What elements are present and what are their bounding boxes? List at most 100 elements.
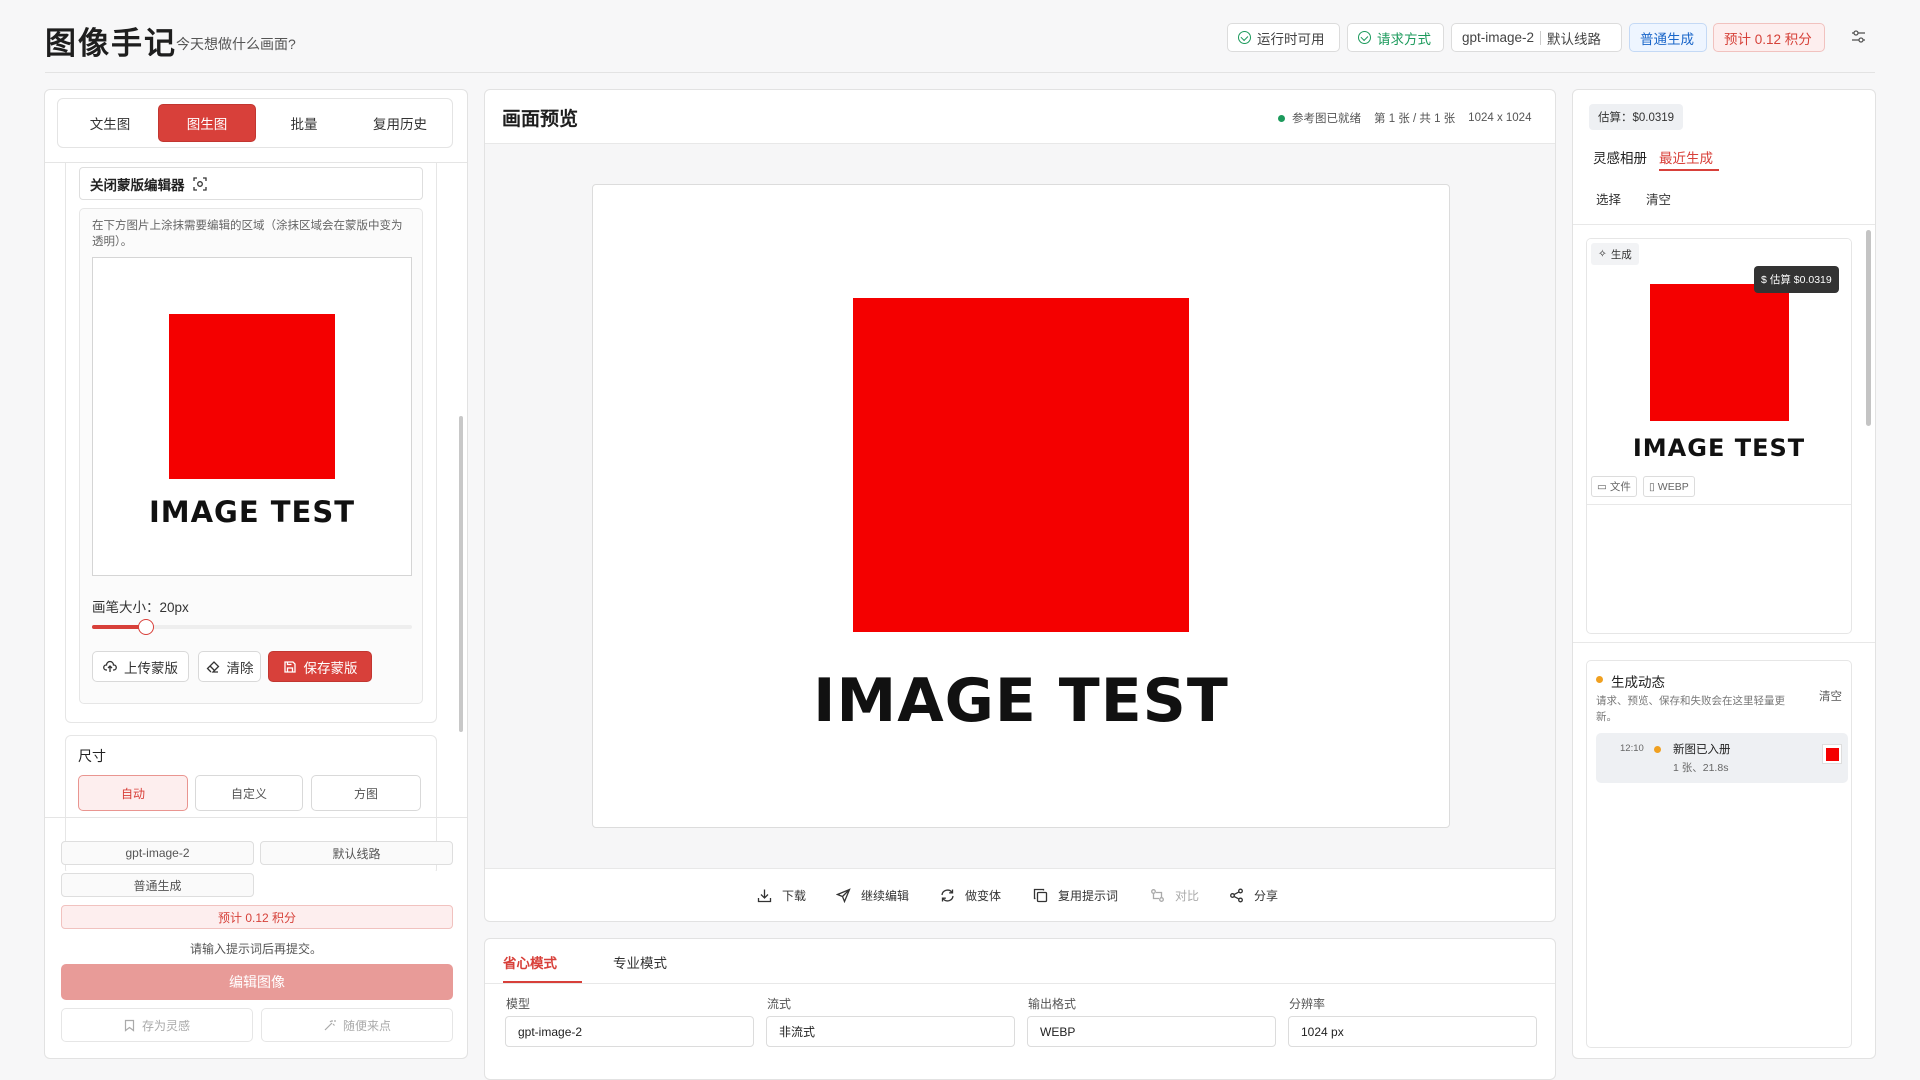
random-prompt-button[interactable]: 随便来点 — [261, 1008, 453, 1042]
preview-image[interactable]: IMAGE TEST — [592, 184, 1450, 828]
stream-select[interactable]: 非流式 — [766, 1016, 1015, 1047]
save-inspiration-button[interactable]: 存为灵感 — [61, 1008, 253, 1042]
format-tag-label: WEBP — [1657, 480, 1689, 493]
clear-mask-button[interactable]: 清除 — [198, 651, 261, 682]
resolution-select[interactable]: 1024 px — [1288, 1016, 1537, 1047]
divider — [1573, 224, 1875, 225]
mask-canvas[interactable]: IMAGE TEST — [92, 257, 412, 576]
prompt-hint: 请输入提示词后再提交。 — [189, 942, 322, 956]
size-title: 尺寸 — [78, 748, 106, 764]
brush-size-label: 画笔大小：20px — [92, 600, 189, 615]
refresh-icon — [940, 888, 955, 903]
app-title: 图像手记 — [45, 26, 177, 61]
send-icon — [836, 888, 851, 903]
reuse-prompt-button[interactable]: 复用提示词 — [1033, 887, 1118, 904]
tab-easy-mode[interactable]: 省心模式 — [503, 952, 557, 972]
preview-status: 参考图已就绪 第 1 张 / 共 1 张 1024 x 1024 — [1278, 110, 1531, 126]
clear-mask-label: 清除 — [226, 660, 254, 676]
generation-mode-chip[interactable]: 普通生成 — [1629, 23, 1707, 52]
format-select[interactable]: WEBP — [1027, 1016, 1276, 1047]
request-mode-chip[interactable]: 请求方式 — [1347, 23, 1444, 52]
compare-label: 对比 — [1175, 889, 1200, 903]
reuse-prompt-label: 复用提示词 — [1058, 889, 1119, 903]
dollar-icon: $ — [1761, 273, 1767, 286]
tab-pro-mode[interactable]: 专业模式 — [613, 952, 667, 972]
check-circle-icon — [1238, 31, 1251, 44]
check-circle-icon — [1358, 31, 1371, 44]
slider-handle[interactable] — [138, 619, 155, 635]
runtime-status-chip[interactable]: 运行时可用 — [1227, 23, 1340, 52]
compare-button[interactable]: 对比 — [1150, 887, 1199, 904]
save-mask-button[interactable]: 保存蒙版 — [268, 651, 372, 682]
save-inspiration-label: 存为灵感 — [141, 1018, 190, 1033]
tab-reuse-history[interactable]: 复用历史 — [352, 104, 448, 142]
close-mask-editor-button[interactable]: 关闭蒙版编辑器 — [79, 167, 423, 200]
image-resolution: 1024 x 1024 — [1468, 112, 1532, 124]
app-subtitle: 今天想做什么画面? — [176, 36, 296, 52]
share-label: 分享 — [1254, 889, 1279, 903]
active-tab-underline — [1659, 169, 1719, 171]
stream-field-label: 流式 — [767, 997, 792, 1011]
model-label: gpt-image-2 — [1462, 30, 1535, 45]
settings-sliders-icon[interactable] — [1850, 28, 1867, 45]
route-label: 默认线路 — [1547, 31, 1602, 47]
generate-badge: ✧ 生成 — [1591, 243, 1639, 265]
red-square — [1649, 284, 1789, 421]
red-square — [1825, 747, 1839, 761]
tab-recent[interactable]: 最近生成 — [1659, 147, 1713, 167]
eraser-icon — [206, 660, 220, 674]
size-option-square[interactable]: 方图 — [311, 775, 421, 811]
preview-stage: IMAGE TEST — [485, 144, 1555, 868]
file-tag[interactable]: ▭ 文件 — [1591, 476, 1637, 497]
upload-mask-button[interactable]: 上传蒙版 — [92, 651, 189, 682]
preview-title: 画面预览 — [502, 109, 579, 130]
summary-mode-pill: 普通生成 — [61, 873, 254, 897]
tab-inspiration-album[interactable]: 灵感相册 — [1593, 147, 1647, 167]
share-button[interactable]: 分享 — [1229, 887, 1278, 904]
tab-batch[interactable]: 批量 — [256, 104, 352, 142]
runtime-status-label: 运行时可用 — [1257, 31, 1325, 47]
mask-editor-card: 关闭蒙版编辑器 在下方图片上涂抹需要编辑的区域（涂抹区域会在蒙版中变为透明）。 … — [65, 163, 437, 723]
share-icon — [1229, 888, 1244, 903]
edit-image-button[interactable]: 编辑图像 — [61, 964, 453, 1000]
clear-all-button[interactable]: 清空 — [1646, 189, 1671, 208]
file-tag-label: 文件 — [1609, 481, 1631, 493]
image-counter: 第 1 张 / 共 1 张 — [1374, 113, 1456, 125]
tab-image-to-image[interactable]: 图生图 — [158, 104, 256, 142]
activity-card: 生成动态 清空 请求、预览、保存和失败会在这里轻量更新。 12:10 新图已入册… — [1586, 660, 1852, 1048]
mask-canvas-card: 在下方图片上涂抹需要编辑的区域（涂抹区域会在蒙版中变为透明）。 IMAGE TE… — [79, 208, 423, 704]
continue-edit-button[interactable]: 继续编辑 — [836, 887, 909, 904]
model-route-chip[interactable]: gpt-image-2 默认线路 — [1451, 23, 1622, 52]
model-select[interactable]: gpt-image-2 — [505, 1016, 754, 1047]
red-square — [853, 298, 1189, 632]
compare-icon — [1150, 888, 1165, 903]
mask-scan-icon — [192, 176, 207, 191]
brush-size-slider[interactable] — [92, 619, 412, 635]
estimate-badge: 估算：$0.0319 — [1589, 104, 1684, 130]
left-panel: 文生图 图生图 批量 复用历史 关闭蒙版编辑器 在下方图片上涂抹需要编辑的区域（… — [44, 89, 468, 1059]
activity-clear-button[interactable]: 清空 — [1819, 688, 1842, 704]
red-square — [169, 314, 335, 479]
copy-icon — [1033, 888, 1048, 903]
mode-tabs: 文生图 图生图 批量 复用历史 — [57, 98, 453, 148]
scrollbar-thumb[interactable] — [1866, 230, 1871, 426]
divider — [485, 868, 1555, 869]
image-caption: IMAGE TEST — [813, 666, 1229, 736]
upload-mask-label: 上传蒙版 — [124, 660, 178, 676]
activity-item-title: 新图已入册 — [1673, 744, 1731, 756]
tab-text-to-image[interactable]: 文生图 — [62, 104, 158, 142]
scrollbar-thumb[interactable] — [459, 416, 463, 732]
download-button[interactable]: 下载 — [757, 887, 806, 904]
ready-dot-icon — [1278, 114, 1285, 122]
magic-wand-icon — [323, 1019, 336, 1032]
settings-panel: 省心模式 专业模式 模型 gpt-image-2 流式 非流式 输出格式 WEB… — [484, 938, 1556, 1080]
select-button[interactable]: 选择 — [1596, 189, 1621, 208]
gallery-card[interactable]: IMAGE TEST ✧ 生成 $ 估算 $0.0319 ▭ 文件 ▯ WEBP — [1586, 238, 1852, 634]
size-option-auto[interactable]: 自动 — [78, 775, 188, 811]
variation-button[interactable]: 做变体 — [940, 887, 1001, 904]
generation-mode-label: 普通生成 — [1640, 31, 1694, 47]
file-icon: ▯ — [1649, 480, 1655, 493]
size-option-custom[interactable]: 自定义 — [195, 775, 303, 811]
variation-label: 做变体 — [965, 889, 1002, 903]
activity-item[interactable]: 12:10 新图已入册 1 张、21.8s — [1596, 733, 1848, 783]
